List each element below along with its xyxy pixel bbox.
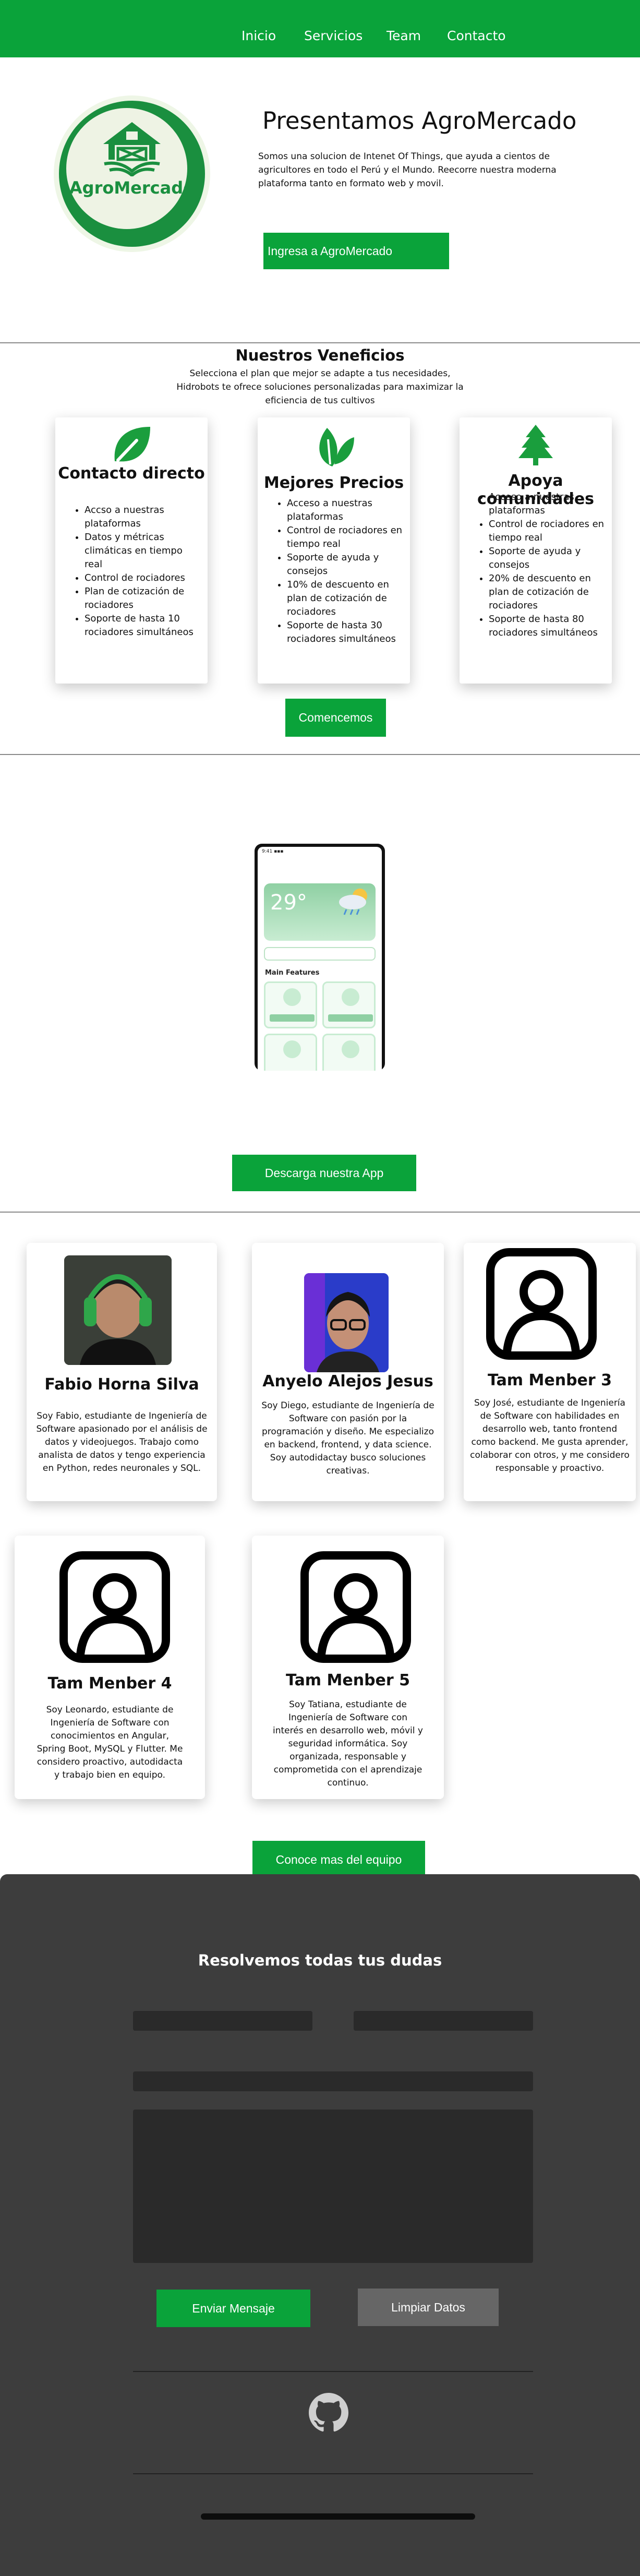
user-avatar-icon <box>300 1551 411 1663</box>
team-member-card: Tam Menber 4 Soy Leonardo, estudiante de… <box>15 1536 205 1799</box>
nav-inicio[interactable]: Inicio <box>241 28 276 43</box>
phone-main-features: Main Features <box>265 969 320 977</box>
member-bio: Soy Diego, estudiante de Ingeniería de S… <box>261 1400 434 1476</box>
nav-team[interactable]: Team <box>387 28 421 43</box>
plan-features: Acceso a nuestras plataformas Control de… <box>273 497 404 646</box>
name-field[interactable] <box>133 2011 312 2031</box>
message-textarea[interactable] <box>133 2110 533 2263</box>
divider <box>0 1212 640 1213</box>
phone-temperature: 29° <box>270 891 307 915</box>
plan-card-mejores-precios: Mejores Precios Acceso a nuestras plataf… <box>258 417 410 684</box>
plan-feature: Soporte de ayuda y consejos <box>287 551 404 578</box>
plan-features: Accso a nuestras plataformas Datos y mét… <box>71 504 201 639</box>
plan-title: Mejores Precios <box>263 474 404 492</box>
team-member-card: Anyelo Alejos Jesus Soy Diego, estudiant… <box>252 1243 444 1501</box>
phone-search-bar <box>264 947 376 961</box>
team-member-card: Tam Menber 3 Soy José, estudiante de Ing… <box>464 1243 636 1501</box>
top-navbar: Inicio Servicios Team Contacto <box>0 0 640 57</box>
plan-feature: Control de rociadores en tiempo real <box>489 518 606 545</box>
email-field[interactable] <box>354 2011 533 2031</box>
home-indicator-bar <box>201 2513 475 2520</box>
plan-feature: Soporte de hasta 80 rociadores simultáne… <box>489 613 606 640</box>
nav-servicios[interactable]: Servicios <box>304 28 363 43</box>
user-avatar-icon <box>486 1248 597 1360</box>
team-member-card: Tam Menber 5 Soy Tatiana, estudiante de … <box>252 1536 444 1799</box>
leaf-icon <box>55 424 208 466</box>
plan-card-apoya-comunidades: Apoya comunidades Acceso a nuestras plat… <box>460 417 612 684</box>
plan-feature: 10% de descuento en plan de cotización d… <box>287 578 404 619</box>
subject-field[interactable] <box>133 2071 533 2091</box>
team-member-card: Fabio Horna Silva Soy Fabio, estudiante … <box>27 1243 217 1501</box>
meet-team-button[interactable]: Conoce mas del equipo <box>252 1841 425 1879</box>
phone-weather-card: 29° <box>264 883 376 941</box>
tree-icon <box>460 424 612 469</box>
github-icon[interactable] <box>309 2393 348 2433</box>
user-avatar-icon <box>59 1551 170 1663</box>
phone-feature-tile <box>264 1034 317 1071</box>
plan-feature: Datos y métricas climáticas en tiempo re… <box>84 531 201 571</box>
plan-feature: Soporte de hasta 10 rociadores simultáne… <box>84 612 201 639</box>
divider <box>0 342 640 343</box>
hero-description: Somos una solucion de Intenet Of Things,… <box>258 151 557 189</box>
member-name: Tam Menber 4 <box>47 1674 172 1693</box>
leaves-icon <box>258 424 410 471</box>
plan-features: Acceso a nuestras plataformas Control de… <box>475 490 606 640</box>
plan-feature: Control de rociadores <box>84 571 201 585</box>
benefits-title: Nuestros Veneficios <box>235 346 405 364</box>
member-name: Anyelo Alejos Jesus <box>262 1372 433 1391</box>
member-bio: Soy José, estudiante de Ingeniería de So… <box>470 1398 630 1473</box>
plan-feature: Control de rociadores en tiempo real <box>287 524 404 551</box>
comencemos-button[interactable]: Comencemos <box>285 699 386 737</box>
phone-status-bar: 9:41 ▪▪▪ <box>262 849 284 854</box>
contact-title: Resolvemos todas tus dudas <box>198 1951 442 1969</box>
clear-data-button[interactable]: Limpiar Datos <box>358 2289 499 2326</box>
plan-feature: 20% de descuento en plan de cotización d… <box>489 572 606 613</box>
enter-agromercado-button[interactable]: Ingresa a AgroMercado <box>263 233 449 269</box>
agromercado-logo: AgroMercado <box>54 95 210 252</box>
plan-feature: Plan de cotización de rociadores <box>84 585 201 612</box>
member-bio: Soy Leonardo, estudiante de Ingeniería d… <box>37 1705 183 1780</box>
plan-title: Contacto directo <box>58 464 205 483</box>
plan-feature: Soporte de ayuda y consejos <box>489 545 606 572</box>
contact-section: Resolvemos todas tus dudas Enviar Mensaj… <box>0 1874 640 2576</box>
hero-title: Presentamos AgroMercado <box>262 107 577 135</box>
benefits-subtitle: Selecciona el plan que mejor se adapte a… <box>176 368 464 406</box>
member-name: Tam Menber 5 <box>285 1671 410 1690</box>
footer-divider <box>133 2371 533 2372</box>
logo-text: AgroMercado <box>69 178 195 198</box>
plan-feature: Soporte de hasta 30 rociadores simultáne… <box>287 619 404 646</box>
member-bio: Soy Fabio, estudiante de Ingeniería de S… <box>36 1411 208 1473</box>
phone-feature-tile <box>322 1034 376 1071</box>
member-name: Tam Menber 3 <box>487 1371 612 1389</box>
member-bio: Soy Tatiana, estudiante de Ingeniería de… <box>273 1699 423 1788</box>
member-name: Fabio Horna Silva <box>44 1375 199 1394</box>
send-message-button[interactable]: Enviar Mensaje <box>156 2290 310 2327</box>
divider <box>0 754 640 755</box>
member-photo <box>64 1255 172 1365</box>
barn-icon <box>103 122 161 176</box>
plan-card-contacto-directo: Contacto directo Accso a nuestras plataf… <box>55 417 208 684</box>
plan-feature: Accso a nuestras plataformas <box>84 504 201 531</box>
member-photo <box>304 1273 389 1372</box>
phone-feature-tile <box>322 981 376 1028</box>
download-app-button[interactable]: Descarga nuestra App <box>232 1155 416 1191</box>
footer-divider <box>133 2473 533 2474</box>
nav-contacto[interactable]: Contacto <box>447 28 506 43</box>
cloud-rain-icon <box>339 889 367 915</box>
plan-feature: Acceso a nuestras plataformas <box>489 490 606 518</box>
app-phone-mockup: 9:41 ▪▪▪ 29° Main Features <box>255 844 385 1071</box>
phone-feature-tile <box>264 981 317 1028</box>
plan-feature: Acceso a nuestras plataformas <box>287 497 404 524</box>
